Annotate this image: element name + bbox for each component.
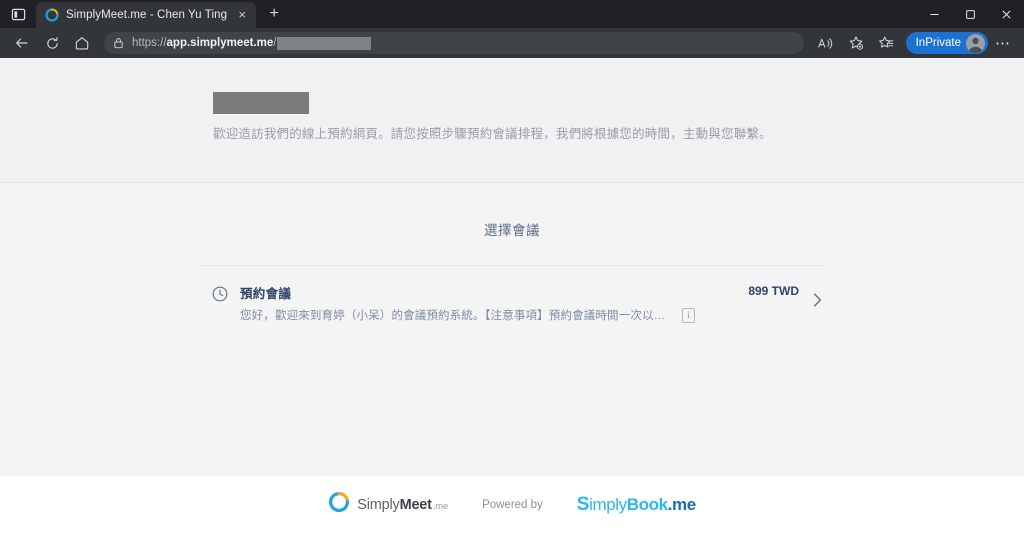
tab-actions-icon[interactable]	[0, 0, 36, 28]
powered-by-label: Powered by	[482, 498, 543, 511]
window-controls	[916, 0, 1024, 28]
url-redacted-path	[277, 36, 372, 50]
simplymeet-favicon	[45, 8, 59, 22]
inprivate-indicator[interactable]: InPrivate	[905, 32, 988, 54]
event-right: 899 TWD	[748, 283, 823, 308]
back-arrow-icon[interactable]	[8, 30, 36, 56]
browser-more-menu-icon[interactable]: ⋯	[990, 30, 1016, 56]
simplybook-s: S	[576, 494, 590, 515]
tab-title: SimplyMeet.me - Chen Yu Ting	[66, 9, 228, 21]
browser-titlebar: SimplyMeet.me - Chen Yu Ting × +	[0, 0, 1024, 28]
browser-window: SimplyMeet.me - Chen Yu Ting × + https:/…	[0, 0, 1024, 533]
event-title: 預約會議	[240, 287, 292, 301]
page-main-inner: 選擇會議 預約會議 您好，歡迎來到育婷（小呆）的會議預約系統。【注意事項】預約會…	[197, 183, 827, 340]
lock-icon	[113, 37, 124, 49]
read-aloud-icon[interactable]	[812, 30, 840, 56]
page-footer: SimplyMeet.me Powered by Simply Book .me	[0, 476, 1024, 533]
new-tab-button[interactable]: +	[261, 1, 287, 27]
favorites-icon[interactable]	[872, 30, 900, 56]
event-body: 預約會議 您好，歡迎來到育婷（小呆）的會議預約系統。【注意事項】預約會議時間一次…	[240, 283, 737, 323]
simplybook-dotme: .me	[667, 494, 696, 514]
page-main: 選擇會議 預約會議 您好，歡迎來到育婷（小呆）的會議預約系統。【注意事項】預約會…	[0, 183, 1024, 476]
minimize-icon[interactable]	[916, 0, 952, 28]
chevron-right-icon[interactable]	[812, 292, 823, 308]
profile-avatar[interactable]	[966, 33, 985, 53]
section-title: 選擇會議	[484, 223, 540, 238]
simplymeet-logo-mark	[328, 491, 350, 518]
simplymeet-brand: SimplyMeet.me	[328, 491, 448, 518]
tab-close-icon[interactable]: ×	[234, 7, 250, 23]
maximize-icon[interactable]	[952, 0, 988, 28]
event-description: 您好，歡迎來到育婷（小呆）的會議預約系統。【注意事項】預約會議時間一次以一小時為…	[240, 310, 672, 322]
close-icon[interactable]	[988, 0, 1024, 28]
url-separator: /	[273, 37, 277, 49]
event-price: 899 TWD	[748, 284, 799, 298]
simplymeet-word-simply: Simply	[357, 496, 400, 513]
page-viewport: 歡迎造訪我們的線上預約網頁。請您按照步驟預約會議排程，我們將根據您的時間，主動與…	[0, 58, 1024, 533]
url-text: https://app.simplymeet.me /	[132, 36, 372, 50]
browser-tab[interactable]: SimplyMeet.me - Chen Yu Ting ×	[36, 2, 257, 28]
add-favorite-icon[interactable]	[842, 30, 870, 56]
inprivate-label: InPrivate	[915, 37, 961, 49]
home-icon[interactable]	[68, 30, 96, 56]
company-name-redacted	[213, 92, 309, 114]
simplymeet-word-meet: Meet	[399, 496, 432, 513]
simplybook-mid: imply	[589, 494, 627, 514]
clock-icon	[211, 285, 229, 308]
event-list: 預約會議 您好，歡迎來到育婷（小呆）的會議預約系統。【注意事項】預約會議時間一次…	[197, 265, 827, 340]
event-description-line: 您好，歡迎來到育婷（小呆）的會議預約系統。【注意事項】預約會議時間一次以一小時為…	[240, 307, 737, 323]
event-list-item[interactable]: 預約會議 您好，歡迎來到育婷（小呆）的會議預約系統。【注意事項】預約會議時間一次…	[197, 266, 827, 340]
info-icon[interactable]: i	[682, 307, 695, 323]
simplybook-book: Book	[626, 494, 668, 514]
page-header-inner: 歡迎造訪我們的線上預約網頁。請您按照步驟預約會議排程，我們將根據您的時間，主動與…	[197, 92, 827, 144]
browser-toolbar: https://app.simplymeet.me / InPrivate ⋯	[0, 28, 1024, 58]
simplymeet-wordmark: SimplyMeet.me	[357, 497, 448, 513]
url-host: app.simplymeet.me	[166, 37, 274, 49]
page-header: 歡迎造訪我們的線上預約網頁。請您按照步驟預約會議排程，我們將根據您的時間，主動與…	[0, 58, 1024, 183]
simplymeet-word-tld: .me	[432, 500, 449, 512]
welcome-message: 歡迎造訪我們的線上預約網頁。請您按照步驟預約會議排程，我們將根據您的時間，主動與…	[213, 127, 772, 141]
simplybook-logo[interactable]: Simply Book .me	[577, 495, 696, 515]
url-scheme: https://	[132, 37, 167, 49]
refresh-icon[interactable]	[38, 30, 66, 56]
address-bar[interactable]: https://app.simplymeet.me /	[104, 32, 804, 54]
